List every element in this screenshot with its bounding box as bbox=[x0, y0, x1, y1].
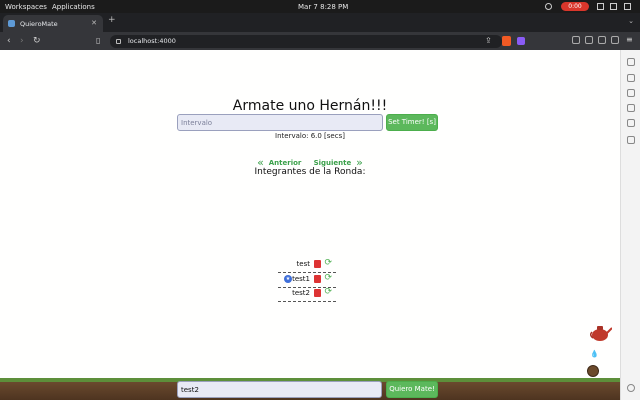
menu-icon[interactable]: ≡ bbox=[626, 36, 634, 44]
leo-icon[interactable] bbox=[627, 136, 635, 144]
trash-icon[interactable] bbox=[314, 275, 321, 283]
browser-tab-strip: QuieroMate ✕ bbox=[0, 13, 640, 32]
sidebar-toggle-icon[interactable] bbox=[598, 36, 606, 44]
tab-menu-chevron-icon[interactable]: ⌄ bbox=[628, 17, 634, 25]
water-drops-icon: 💧 bbox=[590, 350, 599, 358]
address-bar[interactable]: localhost:4000 bbox=[110, 35, 502, 48]
page-title: Armate uno Hernán!!! bbox=[232, 98, 388, 114]
member-row: test2 ⟳ bbox=[278, 287, 336, 302]
browser-tab[interactable]: QuieroMate ✕ bbox=[3, 15, 103, 32]
site-info-icon[interactable] bbox=[116, 39, 121, 44]
set-timer-button[interactable]: Set Timer! [s] bbox=[386, 114, 438, 131]
favicon-icon bbox=[8, 20, 15, 27]
power-icon[interactable] bbox=[624, 3, 631, 10]
save-page-icon[interactable] bbox=[627, 104, 635, 112]
reading-list-icon[interactable] bbox=[627, 74, 635, 82]
member-name: test2 bbox=[292, 289, 310, 297]
members-heading: Integrantes de la Ronda: bbox=[254, 167, 366, 177]
member-row: test ⟳ bbox=[278, 258, 336, 273]
calculator-icon[interactable] bbox=[627, 119, 635, 127]
system-clock[interactable]: Mar 7 8:28 PM bbox=[298, 3, 348, 11]
share-icon[interactable]: ⇪ bbox=[485, 35, 492, 47]
settings-icon[interactable] bbox=[627, 384, 635, 392]
back-icon[interactable]: ‹ bbox=[7, 35, 11, 47]
applications-menu[interactable]: Applications bbox=[52, 3, 95, 11]
brave-shield-icon[interactable] bbox=[502, 36, 511, 46]
interval-input[interactable] bbox=[177, 114, 383, 131]
reload-icon[interactable]: ↻ bbox=[33, 35, 41, 47]
os-top-bar: Workspaces Applications Mar 7 8:28 PM 0:… bbox=[0, 0, 640, 13]
workspaces-menu[interactable]: Workspaces bbox=[5, 3, 47, 11]
refresh-icon[interactable]: ⟳ bbox=[324, 274, 332, 283]
current-turn-icon: ★ bbox=[284, 275, 292, 283]
member-name: test1 bbox=[292, 275, 310, 283]
volume-icon[interactable] bbox=[610, 3, 617, 10]
trash-icon[interactable] bbox=[314, 260, 321, 268]
history-icon[interactable] bbox=[627, 89, 635, 97]
wallet-icon[interactable] bbox=[585, 36, 593, 44]
refresh-icon[interactable]: ⟳ bbox=[324, 259, 332, 268]
notification-icon[interactable] bbox=[545, 3, 552, 10]
member-row: ★ test1 ⟳ bbox=[278, 273, 336, 288]
recording-indicator[interactable]: 0:00 bbox=[561, 2, 589, 11]
bookmark-icon[interactable]: ▯ bbox=[96, 35, 100, 47]
bookmarks-panel-icon[interactable] bbox=[627, 58, 635, 66]
network-icon[interactable] bbox=[597, 3, 604, 10]
kettle-icon bbox=[590, 326, 612, 341]
member-name-input[interactable] bbox=[177, 381, 382, 398]
rewards-icon[interactable] bbox=[517, 37, 525, 45]
browser-toolbar: ‹ › ↻ ▯ localhost:4000 ⇪ bbox=[0, 32, 640, 50]
extensions-icon[interactable] bbox=[572, 36, 580, 44]
interval-status: Intervalo: 6.0 [secs] bbox=[275, 132, 345, 140]
url-text: localhost:4000 bbox=[128, 37, 176, 45]
new-tab-icon[interactable]: + bbox=[108, 15, 116, 25]
downloads-icon[interactable] bbox=[611, 36, 619, 44]
trash-icon[interactable] bbox=[314, 289, 321, 297]
browser-side-panel bbox=[620, 50, 640, 400]
mate-gourd-icon bbox=[587, 365, 599, 377]
close-tab-icon[interactable]: ✕ bbox=[91, 19, 97, 27]
forward-icon[interactable]: › bbox=[20, 35, 24, 47]
tab-title: QuieroMate bbox=[20, 19, 58, 28]
refresh-icon[interactable]: ⟳ bbox=[324, 288, 332, 297]
member-name: test bbox=[296, 260, 310, 268]
quiero-mate-button[interactable]: Quiero Mate! bbox=[386, 381, 438, 398]
